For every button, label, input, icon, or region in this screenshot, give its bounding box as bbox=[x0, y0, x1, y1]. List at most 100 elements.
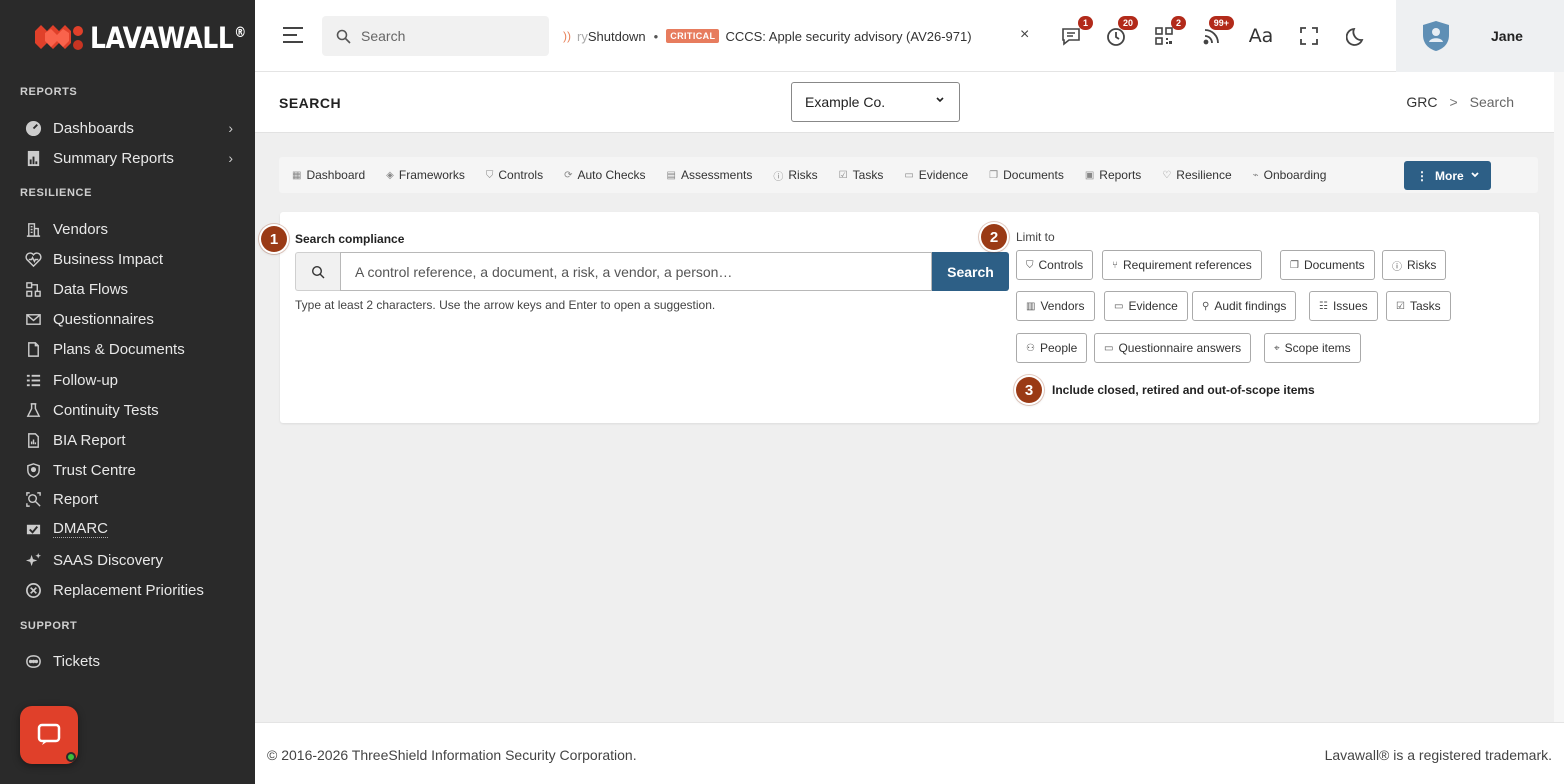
tab-reports[interactable]: ▣ Reports bbox=[1085, 168, 1141, 182]
tab-assessments[interactable]: ▤ Assessments bbox=[667, 168, 753, 182]
brand-name: LAVAWALL® bbox=[90, 21, 246, 55]
tab-tasks[interactable]: ☑ Tasks bbox=[839, 168, 884, 182]
ticker-close-button[interactable]: × bbox=[1020, 26, 1029, 44]
search-compliance-label: Search compliance bbox=[295, 232, 405, 246]
compliance-search-input[interactable] bbox=[340, 252, 932, 291]
tab-label: Reports bbox=[1099, 168, 1142, 182]
chevron-down-icon bbox=[936, 97, 944, 103]
more-tabs-button[interactable]: ⋮ More bbox=[1404, 161, 1491, 190]
sidebar-item-summary-reports[interactable]: Summary Reports › bbox=[24, 145, 239, 171]
sidebar-item-vendors[interactable]: Vendors bbox=[24, 216, 239, 242]
sidebar-item-replacement-priorities[interactable]: Replacement Priorities bbox=[24, 577, 239, 603]
grid-icon: ▦ bbox=[292, 169, 302, 181]
sidebar-item-label: Replacement Priorities bbox=[53, 581, 204, 599]
company-selector[interactable]: Example Co. bbox=[791, 82, 960, 122]
sidebar-item-label: Trust Centre bbox=[53, 461, 136, 479]
people-icon: ⚇ bbox=[1026, 342, 1035, 354]
more-button-label: More bbox=[1435, 168, 1464, 183]
sidebar-item-data-flows[interactable]: Data Flows bbox=[24, 276, 239, 302]
tab-resilience[interactable]: ♡ Resilience bbox=[1162, 168, 1231, 182]
news-ticker[interactable]: )) ry Shutdown • CRITICAL CCCS: Apple se… bbox=[563, 26, 1043, 46]
font-size-button[interactable]: Aa bbox=[1249, 24, 1274, 48]
page-scrollbar[interactable] bbox=[1554, 72, 1564, 722]
sidebar-item-questionnaires[interactable]: Questionnaires bbox=[24, 306, 239, 332]
filter-chip-people[interactable]: ⚇ People bbox=[1016, 333, 1088, 363]
filter-chip-risks[interactable]: ⓘ Risks bbox=[1382, 250, 1447, 280]
onboarding-icon: ⌁ bbox=[1252, 169, 1259, 181]
chat-bubble-icon bbox=[37, 723, 61, 745]
qr-code-icon bbox=[1155, 27, 1173, 45]
filter-chip-questionnaire-answers[interactable]: ▭ Questionnaire answers bbox=[1094, 333, 1252, 363]
priority-icon bbox=[24, 581, 42, 599]
feeds-count-badge: 99+ bbox=[1208, 16, 1234, 30]
tab-auto-checks[interactable]: ⟳ Auto Checks bbox=[564, 168, 645, 182]
module-tabs: ▦ Dashboard ◈ Frameworks ⛉ Controls ⟳ Auto C… bbox=[279, 157, 1538, 193]
menu-toggle-button[interactable] bbox=[283, 26, 305, 44]
filter-chip-evidence[interactable]: ▭ Evidence bbox=[1104, 291, 1188, 321]
messages-button[interactable]: 1 bbox=[1059, 16, 1093, 48]
tab-documents[interactable]: ❐ Documents bbox=[989, 168, 1064, 182]
chat-launcher-button[interactable] bbox=[20, 706, 78, 764]
global-search-input[interactable]: Search bbox=[322, 16, 549, 56]
filter-chip-label: Issues bbox=[1332, 299, 1368, 313]
chevron-right-icon: › bbox=[228, 120, 233, 136]
tab-label: Tasks bbox=[852, 168, 884, 182]
sidebar-item-label: SAAS Discovery bbox=[53, 551, 164, 569]
ticker-separator: • bbox=[653, 28, 659, 44]
tab-onboarding[interactable]: ⌁ Onboarding bbox=[1253, 168, 1327, 182]
tab-controls[interactable]: ⛉ Controls bbox=[486, 168, 543, 182]
brand-logo[interactable]: LAVAWALL® bbox=[32, 18, 271, 58]
tab-label: Onboarding bbox=[1263, 168, 1327, 182]
sidebar-item-continuity-tests[interactable]: Continuity Tests bbox=[24, 397, 239, 423]
filter-chip-vendors[interactable]: ▥ Vendors bbox=[1016, 291, 1095, 321]
search-submit-button[interactable]: Search bbox=[932, 252, 1009, 291]
report-icon bbox=[24, 149, 42, 167]
dark-mode-button[interactable] bbox=[1345, 24, 1369, 48]
sidebar-item-business-impact[interactable]: Business Impact bbox=[24, 246, 239, 272]
include-closed-toggle[interactable]: Include closed, retired and out-of-scope… bbox=[1052, 383, 1315, 397]
sidebar-item-dmarc[interactable]: DMARC bbox=[24, 516, 239, 542]
sidebar-item-follow-up[interactable]: Follow-up bbox=[24, 367, 239, 393]
tab-risks[interactable]: ⓘ Risks bbox=[773, 168, 817, 183]
tab-evidence[interactable]: ▭ Evidence bbox=[904, 168, 968, 182]
qr-count-badge: 2 bbox=[1170, 16, 1186, 30]
feeds-button[interactable]: 99+ bbox=[1200, 16, 1234, 48]
sidebar-item-dashboards[interactable]: Dashboards › bbox=[24, 115, 239, 141]
sidebar-item-trust-centre[interactable]: Trust Centre bbox=[24, 457, 239, 483]
breadcrumb-item-grc[interactable]: GRC bbox=[1406, 94, 1437, 110]
tab-dashboard[interactable]: ▦ Dashboard bbox=[292, 168, 365, 182]
qr-button[interactable]: 2 bbox=[1152, 16, 1186, 48]
ticker-item[interactable]: CCCS: Apple security advisory (AV26-971) bbox=[725, 29, 971, 44]
filter-chip-controls[interactable]: ⛉ Controls bbox=[1016, 250, 1094, 280]
sidebar-item-bia-report[interactable]: BIA Report bbox=[24, 427, 239, 453]
trademark-text: Lavawall® is a registered trademark. bbox=[1324, 747, 1552, 763]
sidebar-item-tickets[interactable]: Tickets bbox=[24, 648, 239, 674]
list-icon: ☷ bbox=[1319, 300, 1328, 312]
flask-icon bbox=[24, 401, 42, 419]
auto-icon: ⟳ bbox=[564, 169, 573, 181]
timer-button[interactable]: 20 bbox=[1104, 16, 1138, 48]
hamburger-icon bbox=[283, 27, 303, 43]
gauge-icon bbox=[24, 119, 42, 137]
checkbox-icon: ☑ bbox=[1396, 300, 1405, 312]
sidebar-item-report[interactable]: Report bbox=[24, 486, 239, 512]
filter-chip-requirement-references[interactable]: ⑂ Requirement references bbox=[1102, 250, 1262, 280]
heart-icon: ♡ bbox=[1162, 169, 1172, 181]
ticker-item[interactable]: Shutdown bbox=[588, 29, 646, 44]
filter-chip-issues[interactable]: ☷ Issues bbox=[1309, 291, 1378, 321]
filter-chip-documents[interactable]: ❐ Documents bbox=[1280, 250, 1375, 280]
sidebar-item-saas-discovery[interactable]: SAAS Discovery bbox=[24, 547, 239, 573]
chart-icon bbox=[24, 431, 42, 449]
chat-icon bbox=[1062, 28, 1080, 46]
filter-chip-tasks[interactable]: ☑ Tasks bbox=[1386, 291, 1451, 321]
tab-label: Frameworks bbox=[398, 168, 465, 182]
filter-chip-scope-items[interactable]: ⌖ Scope items bbox=[1264, 333, 1361, 363]
filter-chip-audit-findings[interactable]: ⚲ Audit findings bbox=[1192, 291, 1297, 321]
search-icon bbox=[311, 265, 325, 278]
sidebar-item-plans-documents[interactable]: Plans & Documents bbox=[24, 336, 239, 362]
sidebar-item-label: Dashboards bbox=[53, 119, 134, 137]
user-menu[interactable]: Jane bbox=[1396, 0, 1564, 72]
tab-frameworks[interactable]: ◈ Frameworks bbox=[386, 168, 465, 182]
fullscreen-button[interactable] bbox=[1297, 24, 1321, 48]
filter-chip-label: Audit findings bbox=[1214, 299, 1287, 313]
